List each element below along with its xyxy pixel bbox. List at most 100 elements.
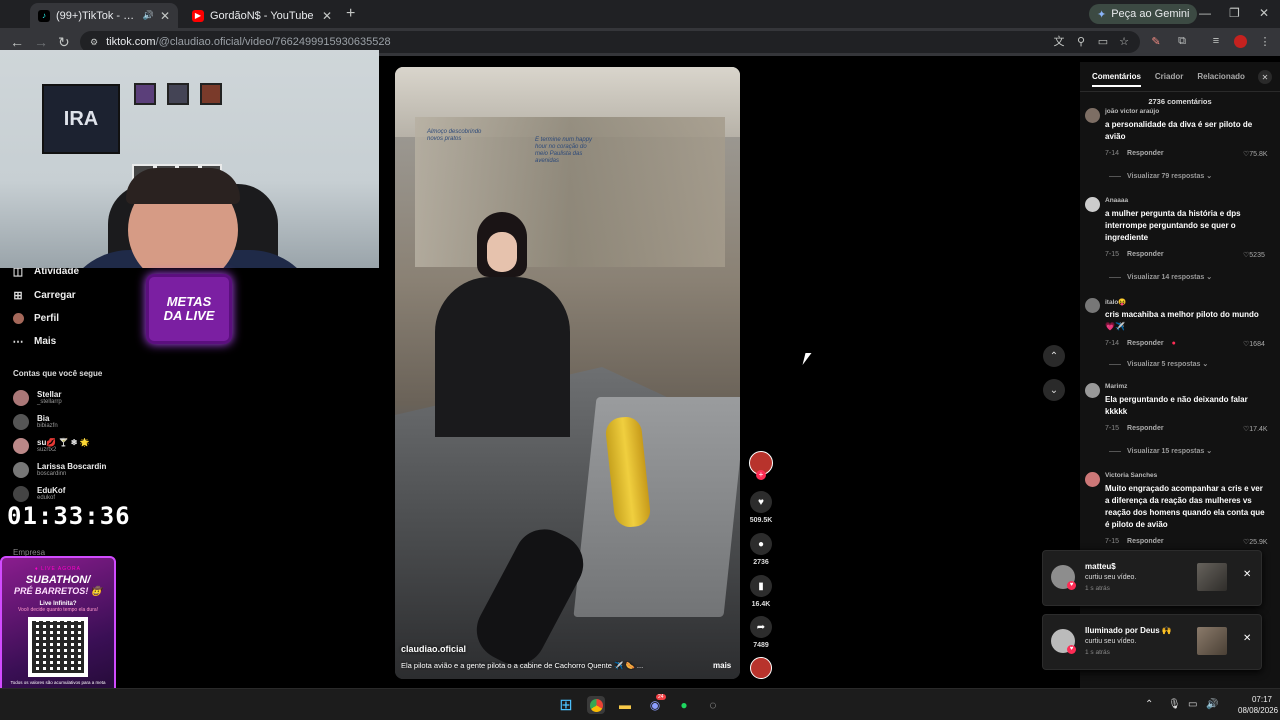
restore-icon[interactable]: ❐ <box>1229 6 1240 20</box>
previous-video-button[interactable]: ⌃ <box>1043 345 1065 367</box>
like-notification[interactable]: ♥ matteu$ curtiu seu vídeo. 1 s atrás ✕ <box>1042 550 1262 606</box>
tray-chevron-icon[interactable]: ⌃ <box>1145 699 1153 710</box>
comment-user[interactable]: Marimz <box>1105 383 1127 390</box>
zoom-icon[interactable]: ⚲ <box>1075 35 1087 48</box>
heart-icon[interactable]: ♥ <box>750 491 772 513</box>
tab-criador[interactable]: Criador <box>1155 72 1183 87</box>
comment-user[interactable]: Victoria Sanches <box>1105 472 1157 479</box>
caption-more-link[interactable]: mais <box>713 661 731 670</box>
chrome-menu-icon[interactable]: ⋮ <box>1259 35 1271 48</box>
tab-relacionado[interactable]: Relacionado <box>1197 72 1245 87</box>
back-icon[interactable]: ← <box>10 34 24 50</box>
notification-user: Iluminado por Deus 🙌 <box>1085 626 1172 635</box>
close-tab-icon[interactable]: ✕ <box>322 9 332 23</box>
view-replies-button[interactable]: Visualizar 79 respostas ⌄ <box>1109 172 1212 180</box>
avatar[interactable] <box>1085 197 1100 212</box>
bookmark-star-icon[interactable]: ☆ <box>1118 35 1130 48</box>
sidebar-item-mais[interactable]: ⋯ Mais <box>12 335 57 348</box>
close-notification-icon[interactable]: ✕ <box>1243 569 1251 580</box>
comment-user[interactable]: Anaaaa <box>1105 197 1128 204</box>
reply-button[interactable]: Responder <box>1127 251 1164 258</box>
media-controls-icon[interactable]: ≡ <box>1210 35 1222 47</box>
reply-button[interactable]: Responder <box>1127 538 1164 545</box>
wall-frame <box>167 83 189 105</box>
following-item[interactable]: Larissa Boscardin boscardinn <box>13 462 106 478</box>
profile-icon <box>12 312 24 324</box>
avatar[interactable] <box>1085 108 1100 123</box>
comment-icon[interactable]: ● <box>750 533 772 555</box>
reply-button[interactable]: Responder <box>1127 340 1164 347</box>
cast-icon[interactable]: ▭ <box>1097 35 1109 48</box>
close-panel-icon[interactable]: ✕ <box>1258 70 1272 84</box>
avatar <box>13 462 29 478</box>
extensions-icon[interactable]: ⧉ <box>1176 35 1188 47</box>
comment-likes[interactable]: ♡1684 <box>1243 340 1265 348</box>
comment-likes[interactable]: ♡75.8K <box>1243 150 1268 158</box>
following-item[interactable]: Bia bibiazfn <box>13 414 58 430</box>
site-info-icon[interactable]: ⚙ <box>90 37 98 48</box>
reply-button[interactable]: Responder <box>1127 425 1164 432</box>
forward-icon[interactable]: → <box>34 34 48 50</box>
spotify-icon[interactable]: ● <box>675 696 693 714</box>
windows-start-icon[interactable]: ⊞ <box>557 696 575 714</box>
extension-pen-icon[interactable]: ✎ <box>1150 35 1162 48</box>
network-icon[interactable]: ▭ <box>1188 699 1197 710</box>
streamer-hair <box>126 168 240 204</box>
following-item[interactable]: Stellar _stellarrp <box>13 390 62 406</box>
avatar[interactable] <box>1085 472 1100 487</box>
close-window-icon[interactable]: ✕ <box>1259 6 1269 20</box>
reply-button[interactable]: Responder <box>1127 150 1164 157</box>
sidebar-item-perfil[interactable]: Perfil <box>12 312 59 324</box>
subathon-title: SUBATHON/ <box>25 574 91 586</box>
microphone-icon[interactable]: 🎙 <box>1168 699 1181 710</box>
close-tab-icon[interactable]: ✕ <box>160 9 170 23</box>
video-player[interactable]: Almoço descobrindo novos pratos E termin… <box>395 67 740 679</box>
sidebar-item-carregar[interactable]: ⊞ Carregar <box>12 289 75 302</box>
gemini-button[interactable]: ✦ Peça ao Gemini <box>1089 4 1198 24</box>
bookmark-icon[interactable]: ▮ <box>750 575 772 597</box>
gemini-sparkle-icon: ✦ <box>1097 8 1107 21</box>
file-explorer-icon[interactable]: ▬ <box>616 696 634 714</box>
minimize-icon[interactable]: — <box>1199 6 1211 20</box>
close-notification-icon[interactable]: ✕ <box>1243 633 1251 644</box>
wall-frame <box>200 83 222 105</box>
creator-liked-icon: ● <box>1171 340 1176 347</box>
save-action[interactable]: ▮ 16.4K <box>748 575 774 608</box>
new-tab-icon[interactable]: + <box>346 5 355 23</box>
view-replies-button[interactable]: Visualizar 15 respostas ⌄ <box>1109 447 1212 455</box>
avatar[interactable] <box>1085 383 1100 398</box>
volume-icon[interactable]: 🔊 <box>1206 699 1218 710</box>
video-author[interactable]: claudiao.oficial <box>401 644 466 654</box>
reload-icon[interactable]: ↻ <box>58 34 70 51</box>
comment-user[interactable]: joão victor araújo <box>1105 108 1159 115</box>
comment-action[interactable]: ● 2736 <box>748 533 774 566</box>
tab-tiktok[interactable]: ♪ (99+)TikTok - Make Your Da 🔊 ✕ <box>30 3 178 28</box>
taskbar-clock[interactable]: 07:17 08/08/2026 <box>1238 694 1278 716</box>
comment-likes[interactable]: ♡25.9K <box>1243 538 1268 546</box>
translate-icon[interactable]: 文 <box>1053 35 1065 48</box>
tab-comentarios[interactable]: Comentários <box>1092 72 1141 87</box>
music-disc[interactable] <box>748 657 774 679</box>
mural-text: E termine num happy hour no coração do m… <box>535 137 593 164</box>
share-icon[interactable]: ➦ <box>750 616 772 638</box>
share-action[interactable]: ➦ 7489 <box>748 616 774 649</box>
comment-user[interactable]: italo😝 <box>1105 298 1126 306</box>
follow-plus-icon[interactable]: + <box>756 470 766 480</box>
following-item[interactable]: EduKof edukof <box>13 486 65 502</box>
obs-icon[interactable]: ◌ <box>704 696 722 714</box>
next-video-button[interactable]: ⌄ <box>1043 379 1065 401</box>
like-notification[interactable]: ♥ Iluminado por Deus 🙌 curtiu seu vídeo.… <box>1042 614 1262 670</box>
avatar[interactable] <box>1085 298 1100 313</box>
view-replies-button[interactable]: Visualizar 14 respostas ⌄ <box>1109 273 1212 281</box>
music-disc-icon[interactable] <box>750 657 772 679</box>
comment-likes[interactable]: ♡5235 <box>1243 251 1265 259</box>
chrome-taskbar-icon[interactable] <box>587 696 605 714</box>
comment-likes[interactable]: ♡17.4K <box>1243 425 1268 433</box>
profile-avatar-icon[interactable] <box>1234 35 1247 48</box>
following-item[interactable]: su💋 🍸 ❄ 🌟 suzrtx2 <box>13 438 90 454</box>
like-action[interactable]: ♥ 509.5K <box>748 491 774 524</box>
wall-frame <box>134 83 156 105</box>
creator-avatar[interactable]: + <box>748 451 774 480</box>
view-replies-button[interactable]: Visualizar 5 respostas ⌄ <box>1109 360 1208 368</box>
tab-youtube[interactable]: ▶ GordãoN$ - YouTube ✕ <box>184 3 340 28</box>
